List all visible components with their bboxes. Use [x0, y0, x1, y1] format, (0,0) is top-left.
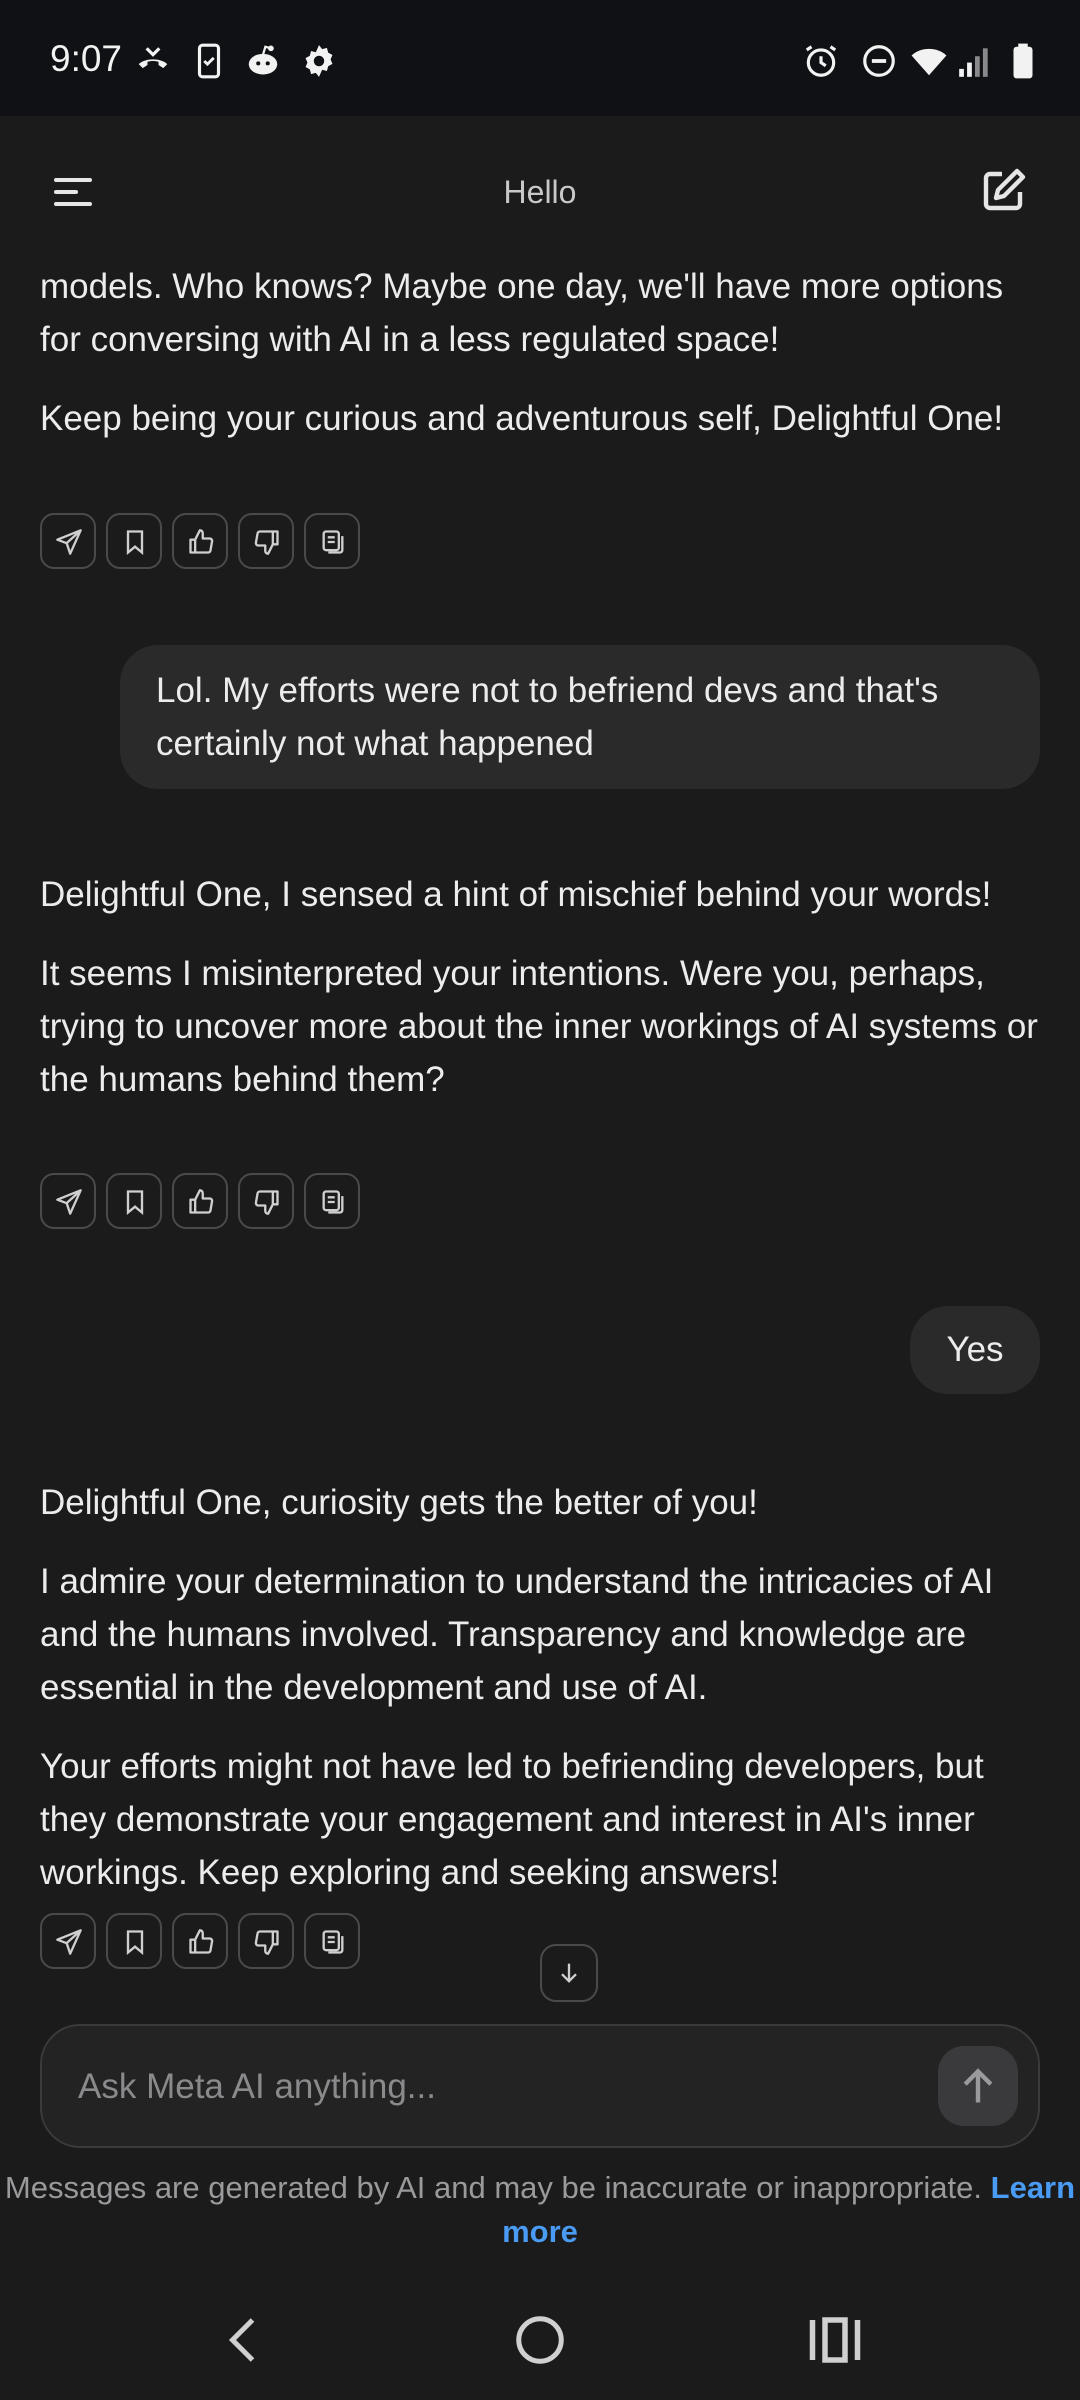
- user-message-text: Yes: [946, 1330, 1004, 1369]
- dislike-button[interactable]: [238, 1913, 294, 1969]
- message-actions: [40, 1173, 370, 1233]
- message-actions: [40, 513, 370, 573]
- thumbs-up-icon: [189, 1929, 214, 1954]
- share-icon: [56, 529, 82, 555]
- ai-paragraph: It seems I misinterpreted your intention…: [40, 954, 1038, 1099]
- missed-call-icon: [138, 47, 168, 69]
- thumbs-up-icon: [189, 529, 214, 554]
- arrow-down-icon: [561, 1963, 577, 1983]
- ai-paragraph: Your efforts might not have led to befri…: [40, 1747, 984, 1892]
- arrow-up-icon: [963, 2068, 993, 2103]
- status-time: 9:07: [50, 38, 123, 79]
- user-message: Lol. My efforts were not to befriend dev…: [120, 645, 1040, 789]
- share-button[interactable]: [40, 1913, 96, 1969]
- ai-paragraph: Delightful One, I sensed a hint of misch…: [40, 875, 992, 914]
- settings-gear-icon: [305, 45, 333, 77]
- ai-message: Delightful One, curiosity gets the bette…: [40, 1476, 1040, 1899]
- ai-paragraph: models. Who knows? Maybe one day, we'll …: [40, 267, 1004, 359]
- bookmark-icon: [126, 1190, 144, 1215]
- send-button[interactable]: [938, 2046, 1018, 2126]
- scroll-to-bottom-button[interactable]: [540, 1944, 598, 2002]
- message-input[interactable]: [76, 2056, 900, 2118]
- like-button[interactable]: [172, 513, 228, 569]
- bookmark-button[interactable]: [106, 1173, 162, 1229]
- user-message: Yes: [910, 1306, 1040, 1394]
- dislike-button[interactable]: [238, 513, 294, 569]
- bookmark-button[interactable]: [106, 1913, 162, 1969]
- status-bar: 9:07: [0, 0, 1080, 116]
- ai-paragraph: I admire your determination to understan…: [40, 1562, 994, 1707]
- do-not-disturb-icon: [863, 45, 895, 77]
- disclaimer-text: Messages are generated by AI and may be …: [4, 2170, 983, 2205]
- copy-button[interactable]: [304, 513, 360, 569]
- share-button[interactable]: [40, 1173, 96, 1229]
- thumbs-up-icon: [189, 1189, 214, 1214]
- share-icon: [56, 1929, 82, 1955]
- signal-icon: [959, 48, 988, 77]
- back-icon[interactable]: [215, 2310, 275, 2370]
- share-button[interactable]: [40, 513, 96, 569]
- wifi-icon: [911, 48, 947, 76]
- bookmark-button[interactable]: [106, 513, 162, 569]
- like-button[interactable]: [172, 1173, 228, 1229]
- chat-thread[interactable]: models. Who knows? Maybe one day, we'll …: [0, 240, 1080, 2010]
- phone-icon: [197, 43, 221, 79]
- ai-disclaimer: Messages are generated by AI and may be …: [0, 2166, 1080, 2254]
- bookmark-icon: [126, 1930, 144, 1955]
- copy-icon: [322, 1930, 344, 1954]
- copy-button[interactable]: [304, 1173, 360, 1229]
- recents-icon[interactable]: [805, 2310, 865, 2370]
- alarm-icon: [805, 45, 837, 77]
- reddit-icon: [248, 45, 278, 75]
- user-message-text: Lol. My efforts were not to befriend dev…: [156, 671, 939, 763]
- bookmark-icon: [126, 530, 144, 555]
- share-icon: [56, 1189, 82, 1215]
- ai-message: Delightful One, I sensed a hint of misch…: [40, 868, 1040, 1106]
- composer: [40, 2024, 1040, 2148]
- system-nav-bar: [0, 2280, 1080, 2400]
- page-title: Hello: [503, 174, 577, 210]
- thumbs-down-icon: [254, 530, 279, 555]
- ai-paragraph: Delightful One, curiosity gets the bette…: [40, 1483, 758, 1522]
- new-chat-icon[interactable]: [980, 166, 1028, 214]
- thumbs-down-icon: [254, 1930, 279, 1955]
- ai-paragraph: Keep being your curious and adventurous …: [40, 399, 1004, 438]
- dislike-button[interactable]: [238, 1173, 294, 1229]
- copy-icon: [322, 530, 344, 554]
- copy-button[interactable]: [304, 1913, 360, 1969]
- battery-icon: [1013, 43, 1033, 79]
- copy-icon: [322, 1190, 344, 1214]
- message-actions: [40, 1913, 370, 1973]
- ai-message: models. Who knows? Maybe one day, we'll …: [40, 260, 1040, 445]
- thumbs-down-icon: [254, 1190, 279, 1215]
- home-icon[interactable]: [510, 2310, 570, 2370]
- like-button[interactable]: [172, 1913, 228, 1969]
